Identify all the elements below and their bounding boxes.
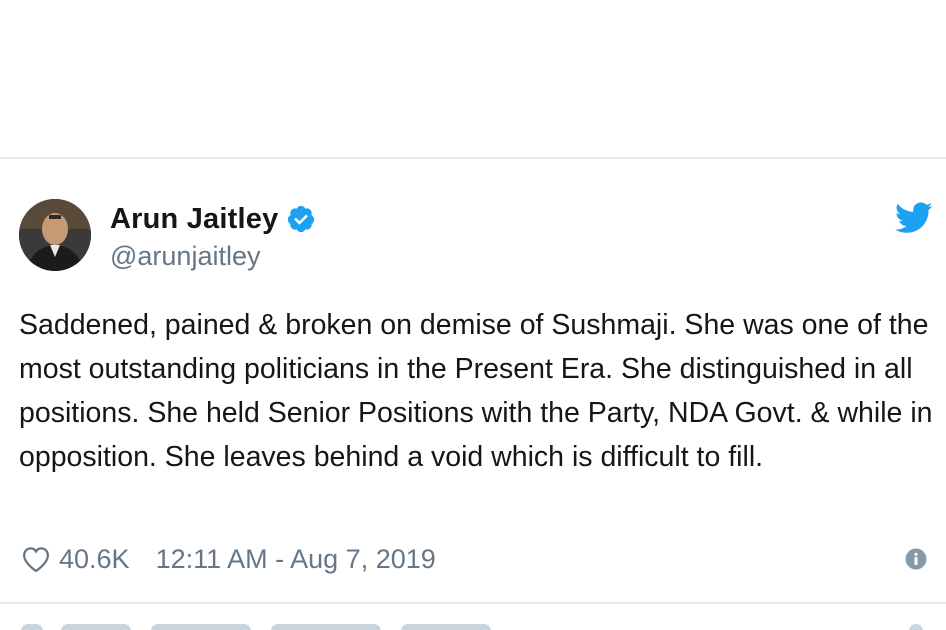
like-count[interactable]: 40.6K bbox=[59, 544, 130, 575]
truncated-text bbox=[271, 624, 381, 630]
truncated-text bbox=[401, 624, 491, 630]
info-icon[interactable] bbox=[905, 548, 927, 570]
author-name-row: Arun Jaitley bbox=[110, 199, 316, 239]
truncated-text bbox=[61, 624, 131, 630]
twitter-bird-icon[interactable] bbox=[895, 202, 933, 234]
verified-badge-icon bbox=[288, 205, 315, 233]
truncated-text bbox=[151, 624, 251, 630]
tweet-text: Saddened, pained & broken on demise of S… bbox=[19, 309, 933, 473]
avatar[interactable] bbox=[19, 199, 91, 271]
author-display-name[interactable]: Arun Jaitley bbox=[110, 203, 278, 236]
truncated-action-row bbox=[21, 620, 926, 630]
avatar-image bbox=[19, 199, 91, 271]
heart-icon[interactable] bbox=[21, 545, 51, 573]
bottom-divider bbox=[0, 602, 946, 604]
tweet-timestamp[interactable]: 12:11 AM - Aug 7, 2019 bbox=[156, 544, 436, 575]
author-handle[interactable]: @arunjaitley bbox=[110, 241, 260, 272]
reply-icon bbox=[21, 624, 43, 630]
tweet-meta-row: 40.6K 12:11 AM - Aug 7, 2019 bbox=[21, 541, 436, 577]
blank-header-area bbox=[0, 0, 946, 157]
top-divider bbox=[0, 157, 946, 159]
chevron-icon bbox=[909, 624, 923, 630]
